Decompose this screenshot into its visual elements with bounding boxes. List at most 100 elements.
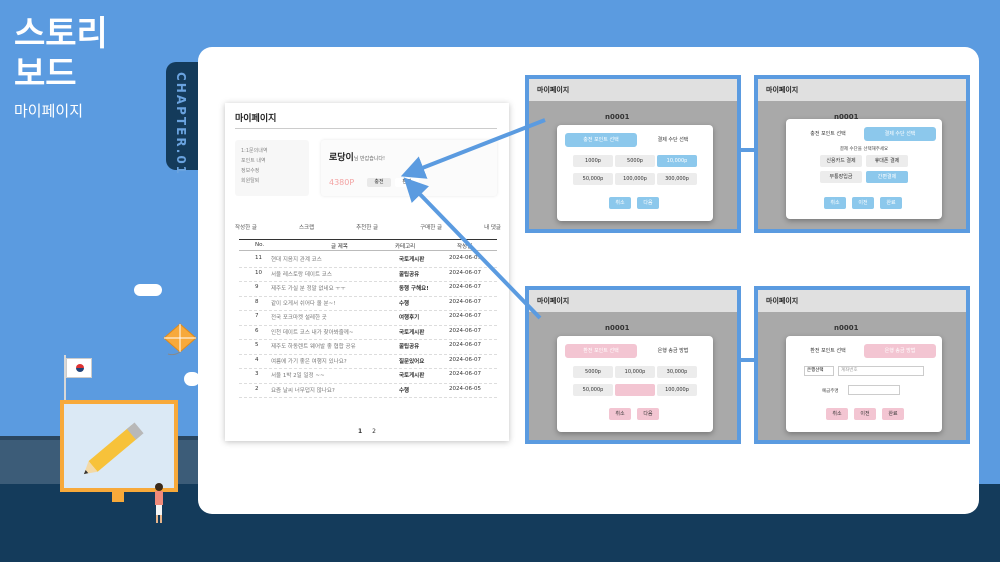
mypage-mockup: 마이페이지 1:1문의내역 포인트 내역 정보수정 회원탈퇴 로당이님 반갑습니… [225, 103, 509, 441]
amount-option[interactable]: 300,000p [657, 173, 697, 185]
tab-purchased[interactable]: 구매한 글 [420, 223, 442, 231]
table-row[interactable]: 4 여름에 가기 좋은 여행지 있나요? 질문있어요 2024-06-07 [239, 355, 497, 369]
side-menu-item[interactable]: 1:1문의내역 [235, 140, 309, 156]
tab-bank-transfer[interactable]: 은행 송금 방법 [637, 344, 709, 358]
tab-exchange-point[interactable]: 환전 포인트 선택 [792, 344, 864, 358]
content-tabs: 작성한 글 스크랩 추천한 글 구매한 글 내 댓글 [235, 223, 501, 231]
board-stand [112, 488, 124, 502]
row-category: 국토게시판 [399, 373, 425, 379]
row-no: 8 [255, 298, 259, 305]
divider [235, 128, 497, 129]
bank-select[interactable]: 은행선택 [804, 366, 834, 376]
table-row[interactable]: 3 서울 1박 2일 일정 ~~ 국토게시판 2024-06-07 [239, 369, 497, 384]
slide-title: 스토리 보드 [14, 14, 108, 94]
exchange-button[interactable]: 환전 [395, 178, 419, 187]
mypage-title: 마이페이지 [235, 114, 277, 124]
row-title: 서울 1박 2일 일정 ~~ [271, 373, 325, 379]
amount-option[interactable]: 1000p [573, 155, 613, 167]
payment-modal: 충전 포인트 선택 결제 수단 선택 결제 수단을 선택해주세요 신용카드 결제… [786, 119, 942, 219]
user-name: 로당이님 반갑습니다! [329, 153, 386, 163]
prev-button[interactable]: 이전 [852, 197, 874, 209]
holder-input[interactable] [848, 385, 900, 395]
tab-charge-point[interactable]: 충전 포인트 선택 [792, 127, 864, 141]
table-row[interactable]: 2 요즘 날씨 너무덥지 않나요? 수행 2024-06-05 [239, 384, 497, 398]
tab-payment[interactable]: 결제 수단 선택 [637, 133, 709, 147]
row-category: 수행 [399, 300, 410, 307]
screen-title: 마이페이지 [529, 290, 737, 312]
bank-transfer-screen: 마이페이지 n0001 환전 포인트 선택 은행 송금 방법 은행선택 계좌번호… [754, 286, 970, 444]
side-menu: 1:1문의내역 포인트 내역 정보수정 회원탈퇴 [235, 140, 309, 196]
charge-point-screen: 마이페이지 n0001 충전 포인트 선택 결제 수단 선택 1000p 500… [525, 75, 741, 233]
korean-flag-icon [66, 358, 92, 378]
done-button[interactable]: 완료 [880, 197, 902, 209]
pay-method-bank[interactable]: 무통장입금 [820, 171, 862, 183]
board [60, 400, 178, 492]
amount-option-selected[interactable] [615, 384, 655, 396]
col-date: 작성일 [457, 244, 473, 250]
pay-method-easy[interactable]: 간편결제 [866, 171, 908, 183]
tab-charge-point[interactable]: 충전 포인트 선택 [565, 133, 637, 147]
cancel-button[interactable]: 취소 [609, 408, 631, 420]
page-2[interactable]: 2 [372, 428, 376, 435]
table-row[interactable]: 10 서울 레스토랑 데이트 코스 꿀팁공유 2024-06-07 [239, 268, 497, 282]
row-title: 제주도 하동렌트 웨어발 좋 협합 공유 [271, 344, 356, 350]
amount-option[interactable]: 5000p [573, 366, 613, 378]
tab-bank-transfer[interactable]: 은행 송금 방법 [864, 344, 936, 358]
amount-option[interactable]: 50,000p [573, 173, 613, 185]
row-date: 2024-06-07 [449, 371, 481, 377]
row-date: 2024-06-07 [449, 298, 481, 305]
row-date: 2024-06-05 [449, 385, 481, 392]
tab-payment[interactable]: 결제 수단 선택 [864, 127, 936, 141]
amount-option[interactable]: 100,000p [615, 173, 655, 185]
amount-option[interactable]: 10,000p [615, 366, 655, 378]
ghost-user: n0001 [605, 113, 630, 121]
amount-option[interactable]: 100,000p [657, 384, 697, 396]
row-no: 6 [255, 327, 259, 334]
tab-scrap[interactable]: 스크랩 [299, 223, 314, 231]
amount-option[interactable]: 50,000p [573, 384, 613, 396]
done-button[interactable]: 완료 [882, 408, 904, 420]
row-category: 국토게시판 [399, 329, 425, 336]
row-title: 서울 레스토랑 데이트 코스 [271, 271, 332, 278]
side-menu-item[interactable]: 회원탈퇴 [235, 176, 309, 186]
table-row[interactable]: 7 전국 포크마켓 설레한 곳 여행후기 2024-06-07 [239, 311, 497, 326]
cancel-button[interactable]: 취소 [824, 197, 846, 209]
table-header: No. 글 제목 카테고리 작성일 [239, 239, 497, 251]
table-row[interactable]: 6 인천 데이트 코스 내가 찾아봐줄께~ 국토게시판 2024-06-07 [239, 326, 497, 340]
tab-recommended[interactable]: 추천한 글 [356, 223, 378, 231]
amount-option-selected[interactable]: 10,000p [657, 155, 697, 167]
row-title: 여름에 가기 좋은 여행지 있나요? [271, 358, 347, 365]
payment-method-screen: 마이페이지 n0001 충전 포인트 선택 결제 수단 선택 결제 수단을 선택… [754, 75, 970, 233]
amount-option[interactable]: 5000p [615, 155, 655, 167]
prev-button[interactable]: 이전 [854, 408, 876, 420]
amount-option[interactable]: 30,000p [657, 366, 697, 378]
table-row[interactable]: 8 같이 오게서 쉬어다 올 분~! 수행 2024-06-07 [239, 297, 497, 311]
tab-exchange-point[interactable]: 환전 포인트 선택 [565, 344, 637, 358]
row-category: 여행후기 [399, 315, 420, 321]
account-input[interactable]: 계좌번호 [838, 366, 924, 376]
cancel-button[interactable]: 취소 [609, 197, 631, 209]
holder-label: 예금주명 [822, 389, 839, 394]
table-row[interactable]: 11 현대 지음지 관계 코스 국토게시판 2024-06-07 [239, 253, 497, 268]
side-menu-item[interactable]: 포인트 내역 [235, 156, 309, 166]
greeting: 님 반갑습니다! [353, 156, 386, 162]
row-date: 2024-06-07 [449, 356, 481, 363]
row-no: 5 [255, 342, 259, 348]
pay-method-card[interactable]: 신용카드 결제 [820, 155, 862, 167]
next-button[interactable]: 다음 [637, 408, 659, 420]
chapter-label: CHAPTER.01 [174, 72, 188, 177]
cancel-button[interactable]: 취소 [826, 408, 848, 420]
table-row[interactable]: 5 제주도 하동렌트 웨어발 좋 협합 공유 꿀팁공유 2024-06-07 [239, 340, 497, 355]
kite-icon [163, 323, 197, 356]
table-row[interactable]: 9 제주도 가실 분 정말 없네요 ㅜㅜ 동행 구해요! 2024-06-07 [239, 282, 497, 297]
tab-comments[interactable]: 내 댓글 [484, 223, 501, 231]
charge-button[interactable]: 충전 [367, 178, 391, 187]
page-1[interactable]: 1 [358, 428, 362, 435]
row-date: 2024-06-07 [449, 284, 481, 290]
child-figure-icon [155, 483, 163, 523]
tab-written[interactable]: 작성한 글 [235, 223, 257, 231]
col-no: No. [255, 242, 265, 248]
next-button[interactable]: 다음 [637, 197, 659, 209]
pay-method-phone[interactable]: 휴대폰 결제 [866, 155, 908, 167]
side-menu-item[interactable]: 정보수정 [235, 166, 309, 176]
